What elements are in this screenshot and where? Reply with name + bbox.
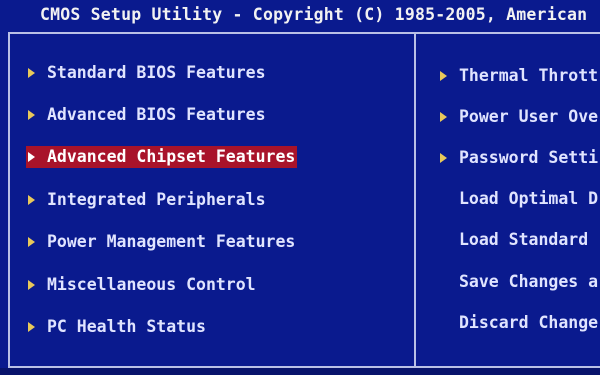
menu-item-label: Password Setti	[459, 148, 599, 167]
menu-item-label: Advanced Chipset Features	[47, 147, 296, 166]
menu-item-label: Power User Ove	[459, 107, 599, 126]
menu-item-label: Advanced BIOS Features	[47, 105, 266, 124]
menu-item-password-settings[interactable]: Password Setti	[440, 147, 598, 169]
submenu-arrow-icon	[28, 151, 35, 162]
submenu-arrow-icon	[28, 279, 35, 290]
menu-item-power-management-features[interactable]: Power Management Features	[28, 231, 295, 253]
menu-item-label: Load Standard	[459, 230, 589, 249]
menu-item-label: Standard BIOS Features	[47, 63, 266, 82]
submenu-arrow-icon	[440, 70, 447, 81]
menu-item-advanced-chipset-features[interactable]: Advanced Chipset Features	[26, 146, 298, 168]
menu-item-label: Power Management Features	[47, 232, 296, 251]
menu-item-save-changes-and-exit[interactable]: Save Changes a	[440, 271, 598, 293]
submenu-arrow-icon	[28, 194, 35, 205]
menu-item-standard-bios-features[interactable]: Standard BIOS Features	[28, 62, 266, 84]
submenu-arrow-icon	[28, 321, 35, 332]
menu-item-miscellaneous-control[interactable]: Miscellaneous Control	[28, 274, 256, 296]
menu-item-label: Integrated Peripherals	[47, 190, 266, 209]
submenu-arrow-icon	[440, 111, 447, 122]
bottom-border	[0, 368, 600, 375]
column-divider	[414, 32, 416, 368]
submenu-arrow-icon	[28, 109, 35, 120]
app-title: CMOS Setup Utility - Copyright (C) 1985-…	[40, 5, 588, 24]
menu-item-pc-health-status[interactable]: PC Health Status	[28, 316, 206, 338]
submenu-arrow-icon	[28, 236, 35, 247]
menu-item-load-optimal-defaults[interactable]: Load Optimal D	[440, 188, 598, 210]
menu-item-label: Load Optimal D	[459, 189, 599, 208]
menu-item-label: Thermal Thrott	[459, 66, 599, 85]
submenu-arrow-icon	[28, 67, 35, 78]
menu-item-integrated-peripherals[interactable]: Integrated Peripherals	[28, 189, 266, 211]
menu-item-power-user-overclock[interactable]: Power User Ove	[440, 106, 598, 128]
title-bar: CMOS Setup Utility - Copyright (C) 1985-…	[0, 0, 600, 30]
menu-item-advanced-bios-features[interactable]: Advanced BIOS Features	[28, 104, 266, 126]
menu-item-label: Save Changes a	[459, 272, 599, 291]
menu-item-load-standard-defaults[interactable]: Load Standard	[440, 229, 588, 251]
menu-item-discard-changes[interactable]: Discard Change	[440, 312, 598, 334]
menu-item-thermal-throttling[interactable]: Thermal Thrott	[440, 65, 598, 87]
menu-item-label: Discard Change	[459, 313, 599, 332]
submenu-arrow-icon	[440, 152, 447, 163]
menu-item-label: PC Health Status	[47, 317, 206, 336]
menu-item-label: Miscellaneous Control	[47, 275, 256, 294]
